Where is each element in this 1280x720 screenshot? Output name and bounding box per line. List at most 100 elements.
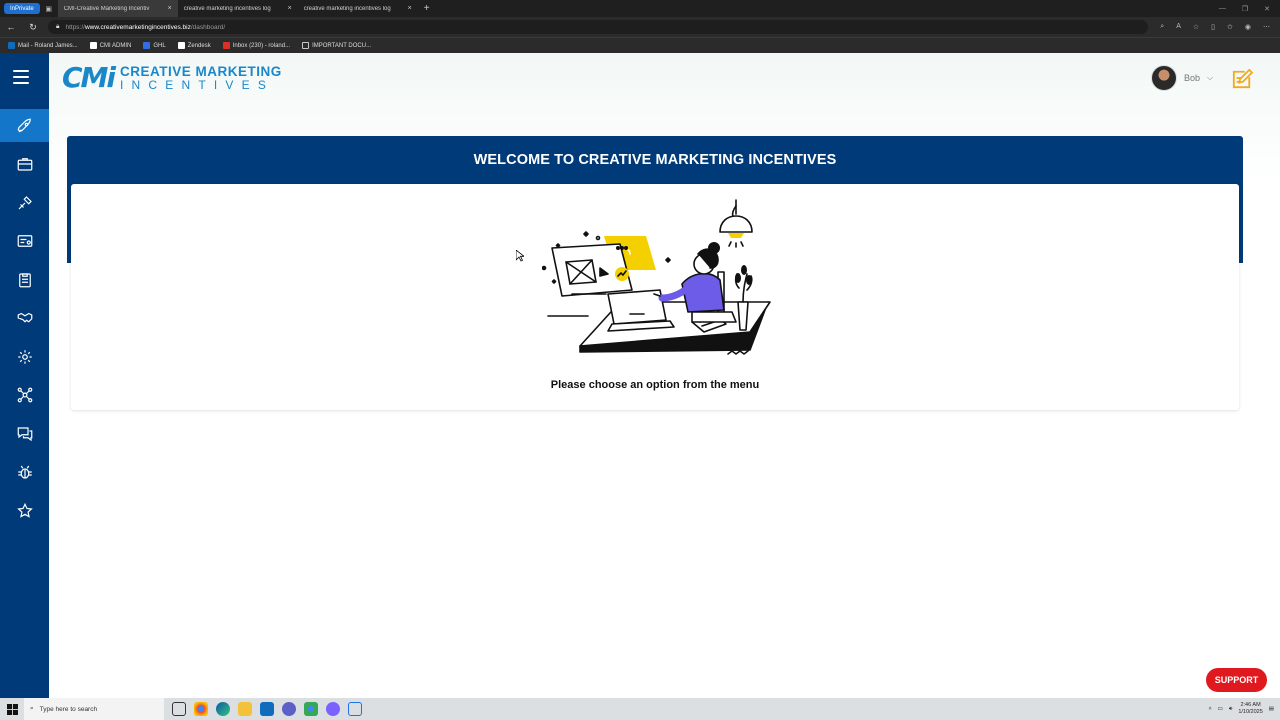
tray-chevron-icon[interactable]: ˄: [1208, 706, 1211, 712]
taskbar: ⌕ Type here to search ˄ ▭ 🔊︎ 2:46 AM 1/1…: [0, 698, 1280, 720]
app-icon[interactable]: [282, 702, 296, 716]
browser-tab[interactable]: CMI-Creative Marketing Incentiv ×: [57, 0, 178, 17]
browser-tab[interactable]: creative marketing incentives log ×: [178, 0, 298, 17]
bookmark-item[interactable]: IMPORTANT DOCU...: [302, 42, 371, 49]
close-window-icon[interactable]: ✕: [1264, 5, 1270, 13]
address-bar-icons: ⌕ A ☆ ▯ ✩ ◉ ⋯: [1160, 23, 1280, 31]
sidebar-item-star[interactable]: [0, 494, 49, 527]
restore-icon[interactable]: ❐: [1242, 5, 1248, 13]
logo-mark: CMi: [62, 61, 116, 94]
star-icon: [16, 502, 33, 518]
network-tray-icon[interactable]: ▭: [1218, 706, 1223, 712]
taskbar-apps: [172, 702, 362, 716]
close-icon[interactable]: ×: [288, 5, 292, 12]
notification-icon[interactable]: ▤: [1269, 706, 1274, 712]
taskbar-search[interactable]: ⌕ Type here to search: [24, 698, 164, 720]
cmi-icon: [89, 42, 97, 49]
taskbar-search-placeholder: Type here to search: [39, 705, 98, 713]
system-tray: ˄ ▭ 🔊︎ 2:46 AM 1/10/2025 ▤: [1208, 702, 1280, 715]
read-aloud-icon[interactable]: A: [1176, 23, 1181, 31]
choose-option-text: Please choose an option from the menu: [550, 379, 760, 391]
chevron-down-icon: ⌵: [1207, 73, 1214, 82]
outlook-icon: [8, 42, 15, 49]
gmail-icon: [222, 42, 230, 49]
hamburger-menu-icon[interactable]: [13, 70, 29, 84]
bookmark-item[interactable]: CMI ADMIN: [89, 42, 132, 49]
rocket-icon: [17, 118, 31, 132]
copilot-icon[interactable]: ◉: [1245, 23, 1251, 31]
zoom-icon[interactable]: ⌕: [1160, 23, 1164, 31]
avatar: [1151, 65, 1177, 91]
welcome-card: Please choose an option from the menu: [71, 184, 1239, 410]
url-scheme: https://: [65, 23, 85, 31]
chrome-alt-icon[interactable]: [304, 702, 318, 716]
sidebar-item-briefcase[interactable]: [0, 147, 49, 180]
close-icon[interactable]: ×: [168, 5, 172, 12]
sidebar-item-clipboard[interactable]: [0, 263, 49, 296]
tab-title: creative marketing incentives log: [183, 5, 271, 12]
bookmark-item[interactable]: GHL: [143, 42, 166, 49]
bookmark-label: Inbox (230) - roland...: [232, 42, 291, 49]
network-icon: [17, 387, 32, 402]
logo-line-2: INCENTIVES: [120, 78, 275, 93]
refresh-icon[interactable]: ↻: [22, 22, 44, 33]
minimize-icon[interactable]: —: [1219, 5, 1226, 13]
bookmark-label: Mail - Roland James...: [18, 42, 78, 49]
sidebar-item-id-card[interactable]: [0, 224, 49, 257]
chrome-icon[interactable]: [194, 702, 208, 716]
taskbar-clock[interactable]: 2:46 AM 1/10/2025: [1238, 702, 1262, 715]
url-path: /dashboard/: [190, 23, 226, 31]
bookmark-label: GHL: [153, 42, 166, 49]
address-bar-row: ← ↻ 🔒︎ https://www.creativemarketingince…: [0, 17, 1280, 37]
sidebar-item-chat[interactable]: [0, 417, 49, 450]
gear-icon: [17, 349, 32, 364]
briefcase-icon: [17, 157, 32, 171]
url-field[interactable]: 🔒︎ https://www.creativemarketingincentiv…: [48, 20, 1148, 34]
tab-actions-icon[interactable]: ▣: [40, 5, 58, 13]
new-tab-button[interactable]: +: [418, 3, 436, 14]
clock-time: 2:46 AM: [1240, 702, 1261, 709]
task-view-icon[interactable]: [172, 702, 186, 716]
volume-icon[interactable]: 🔊︎: [1229, 706, 1232, 713]
split-screen-icon[interactable]: ▯: [1211, 23, 1215, 31]
more-icon[interactable]: ⋯: [1263, 23, 1270, 31]
bookmark-label: CMI ADMIN: [99, 42, 132, 49]
outlook-app-icon[interactable]: [260, 702, 274, 716]
favorites-icon[interactable]: ✩: [1227, 23, 1233, 31]
back-icon[interactable]: ←: [0, 22, 22, 32]
windows-start-icon[interactable]: [0, 698, 24, 720]
folder-icon: [302, 42, 310, 49]
sidebar-item-dashboard[interactable]: [0, 109, 49, 142]
bookmark-item[interactable]: Zendesk: [177, 42, 211, 49]
bookmark-item[interactable]: Mail - Roland James...: [8, 42, 78, 49]
favorite-star-icon[interactable]: ☆: [1193, 23, 1199, 31]
window-controls: — ❐ ✕: [1219, 5, 1280, 13]
sidebar-item-handshake[interactable]: [0, 301, 49, 334]
sidebar-item-tools[interactable]: [0, 186, 49, 219]
edge-icon[interactable]: [216, 702, 230, 716]
browser-tab-bar: InPrivate ▣ CMI-Creative Marketing Incen…: [0, 0, 1280, 17]
sidebar-item-network[interactable]: [0, 378, 49, 411]
bookmark-item[interactable]: Inbox (230) - roland...: [222, 42, 291, 49]
inprivate-badge[interactable]: InPrivate: [4, 3, 40, 14]
clipboard-icon: [18, 272, 31, 287]
sidebar-item-settings[interactable]: [0, 340, 49, 373]
browser-tab[interactable]: creative marketing incentives log ×: [298, 0, 418, 17]
user-name: Bob: [1184, 73, 1201, 83]
company-logo[interactable]: CMi CREATIVE MARKETING INCENTIVES: [62, 64, 282, 92]
edit-note-icon[interactable]: [1231, 69, 1253, 89]
search-icon: ⌕: [30, 705, 34, 712]
support-button[interactable]: SUPPORT: [1206, 668, 1267, 692]
app-icon[interactable]: [326, 702, 340, 716]
user-menu[interactable]: Bob ⌵: [1151, 65, 1213, 91]
close-icon[interactable]: ×: [408, 5, 412, 12]
snipping-tool-icon[interactable]: [348, 702, 362, 716]
sidebar-item-bug[interactable]: [0, 455, 49, 488]
designer-illustration: [542, 199, 771, 355]
bookmark-label: Zendesk: [187, 42, 211, 49]
lock-icon: 🔒︎: [56, 23, 60, 30]
file-explorer-icon[interactable]: [238, 702, 252, 716]
bookmark-label: IMPORTANT DOCU...: [312, 42, 372, 49]
app-page: CMi CREATIVE MARKETING INCENTIVES Bob ⌵ …: [0, 53, 1280, 698]
tab-title: creative marketing incentives log: [303, 5, 391, 12]
